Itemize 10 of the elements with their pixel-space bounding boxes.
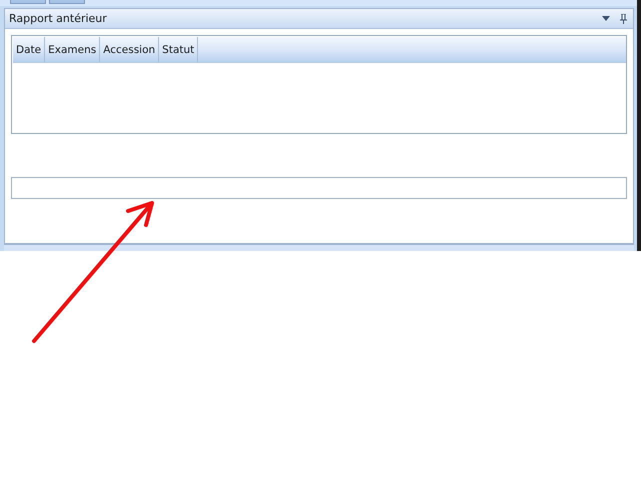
- column-header[interactable]: Statut: [159, 37, 198, 62]
- toolbar-tab[interactable]: [49, 0, 85, 4]
- column-header[interactable]: Examens: [45, 37, 100, 62]
- dropdown-icon[interactable]: [602, 16, 610, 21]
- pin-icon[interactable]: [620, 14, 627, 24]
- toolbar-tab[interactable]: [10, 0, 46, 4]
- column-header[interactable]: Accession: [100, 37, 160, 62]
- input-field[interactable]: [11, 177, 627, 199]
- panel-title: Rapport antérieur: [9, 12, 107, 25]
- column-header[interactable]: Date: [13, 37, 46, 62]
